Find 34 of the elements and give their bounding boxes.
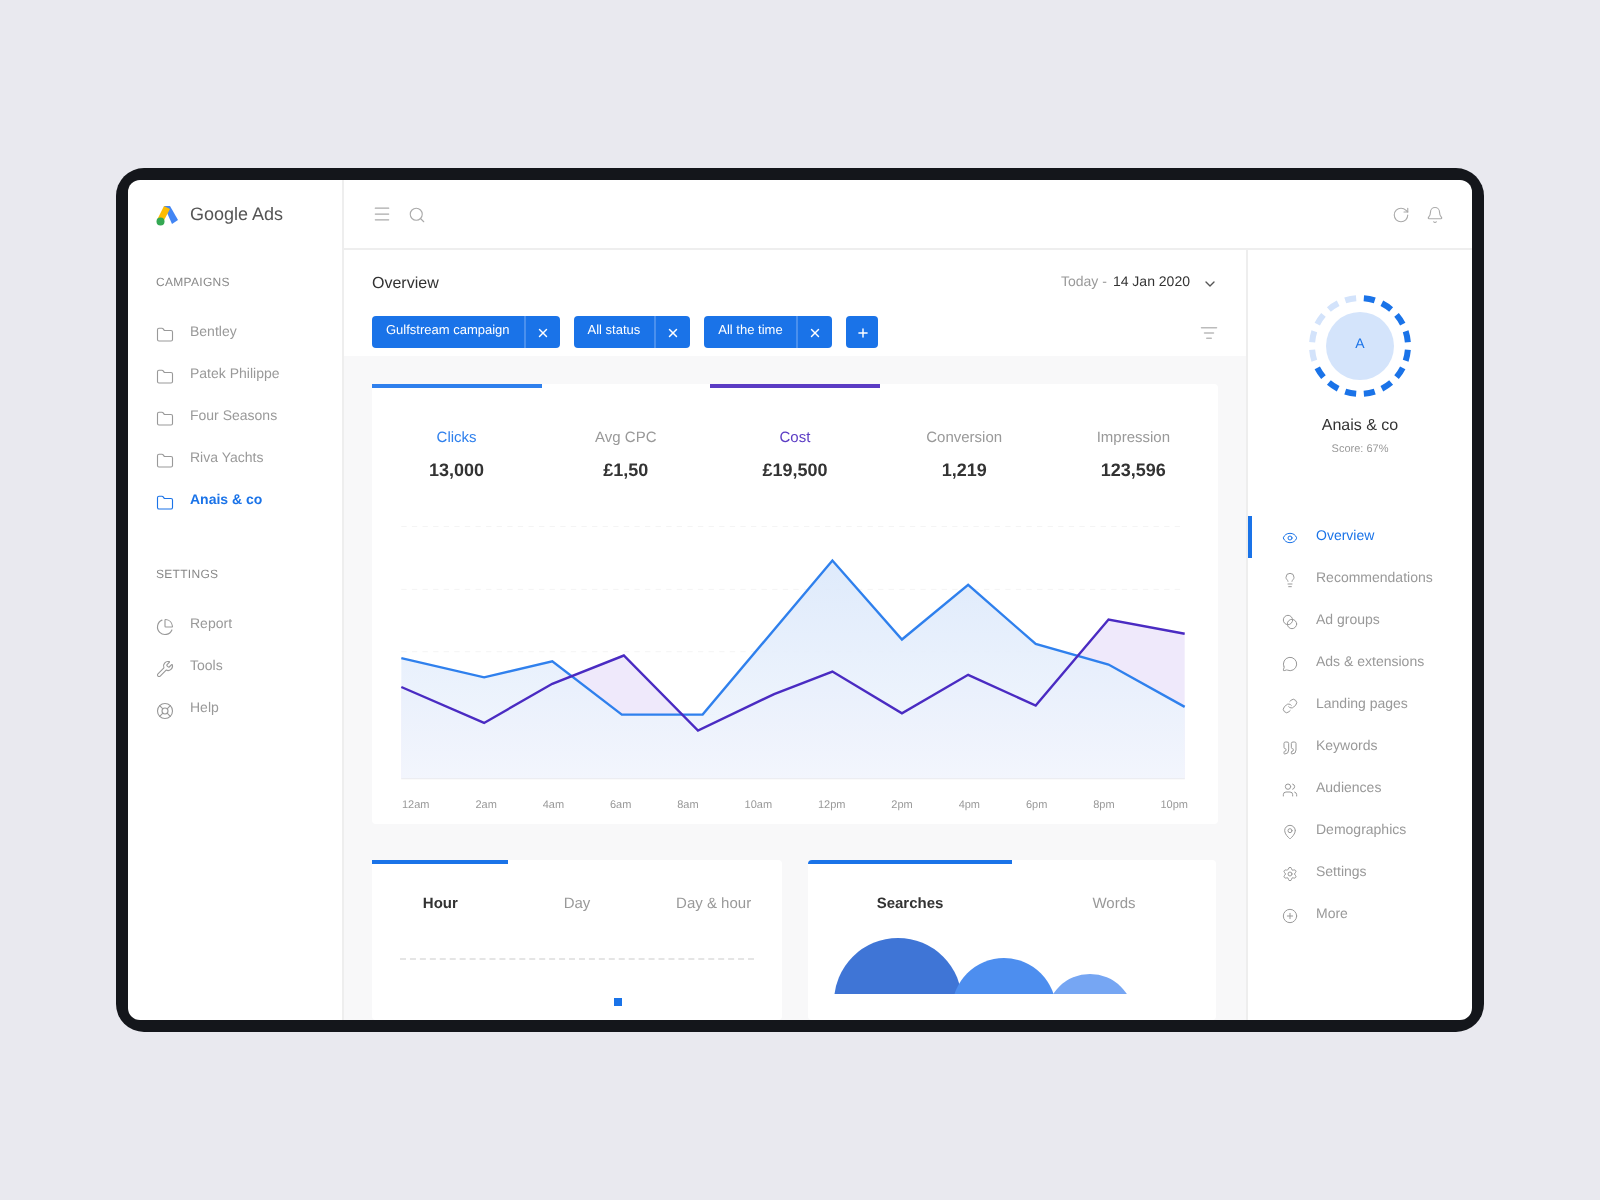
search-icon[interactable] (408, 205, 426, 223)
speech-bubble-icon (1282, 655, 1298, 672)
circles-icon (1282, 613, 1298, 630)
plus-circle-icon (1282, 907, 1298, 924)
chevron-down-icon (1202, 276, 1218, 292)
add-filter-button[interactable] (846, 316, 879, 348)
bell-icon[interactable] (1426, 205, 1444, 223)
refresh-icon[interactable] (1392, 205, 1410, 223)
help-icon (156, 702, 174, 720)
profile-name: Anais & co (1321, 414, 1399, 438)
remove-icon[interactable] (808, 325, 823, 339)
folder-icon (156, 326, 174, 344)
link-icon (1282, 697, 1298, 714)
logo-icon (156, 204, 180, 226)
remove-icon[interactable] (666, 325, 681, 339)
pie-chart-icon (156, 618, 174, 636)
folder-icon (156, 452, 174, 470)
remove-icon[interactable] (535, 325, 550, 339)
folder-icon (156, 494, 174, 512)
plus-icon (855, 325, 870, 339)
menu-icon[interactable] (372, 204, 392, 224)
folder-icon (156, 368, 174, 386)
users-icon (1282, 781, 1298, 798)
filter-icon[interactable] (1200, 323, 1218, 341)
wrench-icon (156, 660, 174, 678)
page-title: Overview (372, 272, 439, 296)
quote-icon (1282, 739, 1298, 756)
lightbulb-icon (1282, 571, 1298, 588)
bar-icon (614, 998, 622, 1007)
app-name: Google Ads (190, 201, 284, 228)
eye-icon (1282, 529, 1298, 546)
folder-icon (156, 410, 174, 428)
map-pin-icon (1282, 823, 1298, 840)
settings-icon (1282, 865, 1298, 882)
